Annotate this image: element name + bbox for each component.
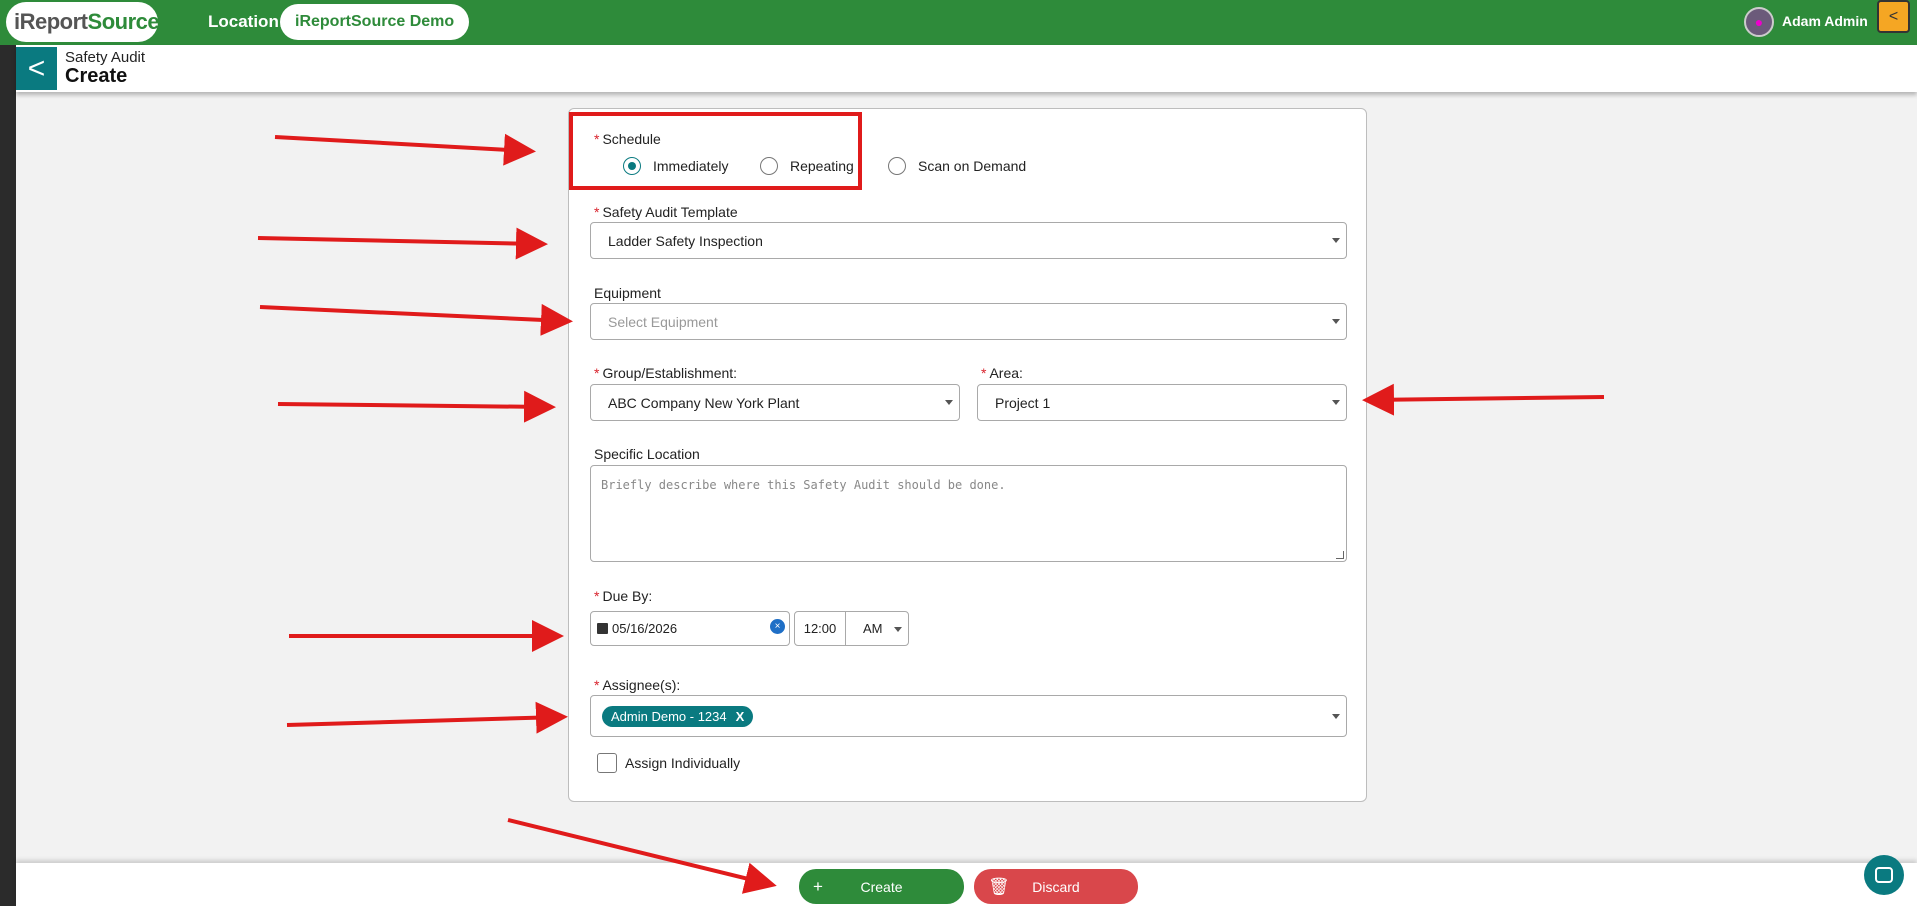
required-marker: * xyxy=(594,588,600,604)
page-title: Create xyxy=(65,65,128,87)
caret-down-icon xyxy=(1332,238,1340,243)
annotation-arrow-area xyxy=(1362,383,1605,416)
top-bar: i Report Source Location: iReportSource De… xyxy=(0,0,1917,45)
required-marker: * xyxy=(594,677,600,693)
assignees-multiselect[interactable]: Admin Demo - 1234 X xyxy=(590,695,1347,737)
radio-immediately[interactable]: Immediately xyxy=(623,157,728,175)
assignee-chip: Admin Demo - 1234 X xyxy=(602,706,754,727)
due-date-value: 05/16/2026 xyxy=(612,621,678,636)
assign-individually-label: Assign Individually xyxy=(625,755,741,771)
radio-label: Repeating xyxy=(790,158,854,174)
radio-scan-on-demand[interactable]: Scan on Demand xyxy=(888,157,1026,175)
caret-down-icon xyxy=(945,400,953,405)
annotation-arrow-schedule xyxy=(274,133,536,166)
remove-chip-icon[interactable]: X xyxy=(736,709,745,724)
annotation-highlight-box xyxy=(569,112,862,190)
annotation-arrow-assignees xyxy=(286,701,568,734)
equipment-select[interactable]: Select Equipment xyxy=(590,303,1347,340)
assignees-label: * Assignee(s): xyxy=(594,677,680,693)
area-select[interactable]: Project 1 xyxy=(977,384,1347,421)
breadcrumb: Safety Audit xyxy=(65,49,146,66)
area-label: * Area: xyxy=(981,365,1023,381)
caret-down-icon xyxy=(1332,319,1340,324)
bottom-action-bar xyxy=(16,863,1917,906)
clear-date-icon[interactable]: × xyxy=(770,619,785,634)
due-by-label: * Due By: xyxy=(594,588,652,604)
discard-button[interactable]: 🗑 Discard xyxy=(974,869,1138,904)
chevron-left-icon: < xyxy=(1888,7,1899,25)
schedule-label-text: Schedule xyxy=(602,131,661,147)
due-date-input[interactable]: 05/16/2026 × xyxy=(590,611,790,646)
chevron-left-icon: < xyxy=(27,51,46,85)
due-by-label-text: Due By: xyxy=(602,588,653,604)
time-value[interactable]: 12:00 xyxy=(795,612,846,645)
template-label: * Safety Audit Template xyxy=(594,204,738,220)
group-value: ABC Company New York Plant xyxy=(608,394,800,411)
group-label-text: Group/Establishment: xyxy=(602,365,738,381)
assignee-chip-label: Admin Demo - 1234 xyxy=(611,709,727,724)
back-button[interactable]: < xyxy=(16,47,57,90)
radio-label: Scan on Demand xyxy=(918,158,1027,174)
logo-text-report: Report xyxy=(19,9,88,34)
page-header: < Safety Audit Create xyxy=(16,45,1917,92)
chat-icon xyxy=(1875,867,1893,883)
create-button[interactable]: + Create xyxy=(799,869,964,904)
template-label-text: Safety Audit Template xyxy=(602,204,738,220)
user-name[interactable]: Adam Admin xyxy=(1782,13,1868,29)
radio-repeating[interactable]: Repeating xyxy=(760,157,854,175)
radio-label: Immediately xyxy=(653,158,729,174)
caret-down-icon xyxy=(1332,714,1340,719)
group-label: * Group/Establishment: xyxy=(594,365,737,381)
equipment-label: Equipment xyxy=(594,285,661,301)
assign-individually-checkbox[interactable] xyxy=(597,753,617,773)
collapse-panel-button[interactable]: < xyxy=(1877,0,1910,33)
user-avatar[interactable]: ● xyxy=(1744,7,1774,37)
radio-selected-icon xyxy=(623,157,641,175)
app-logo[interactable]: i Report Source xyxy=(6,2,160,42)
ampm-value[interactable]: AM xyxy=(863,621,883,636)
create-button-label: Create xyxy=(860,878,903,895)
trash-icon: 🗑 xyxy=(988,877,1010,896)
location-selector[interactable]: iReportSource Demo xyxy=(280,4,470,40)
required-marker: * xyxy=(594,204,600,220)
specific-location-placeholder: Briefly describe where this Safety Audit… xyxy=(601,478,1006,492)
template-select[interactable]: Ladder Safety Inspection xyxy=(590,222,1347,259)
specific-location-textarea[interactable]: Briefly describe where this Safety Audit… xyxy=(590,465,1347,562)
discard-button-label: Discard xyxy=(1032,878,1080,895)
assignees-label-text: Assignee(s): xyxy=(602,677,681,693)
area-label-text: Area: xyxy=(989,365,1023,381)
required-marker: * xyxy=(981,365,987,381)
area-value: Project 1 xyxy=(995,394,1051,411)
left-sidebar-strip xyxy=(0,45,16,906)
group-select[interactable]: ABC Company New York Plant xyxy=(590,384,960,421)
calendar-icon xyxy=(597,623,608,634)
plus-icon: + xyxy=(813,877,823,896)
required-marker: * xyxy=(594,365,600,381)
schedule-label: * Schedule xyxy=(594,131,661,147)
annotation-arrow-equipment xyxy=(259,303,573,336)
location-label: Location: xyxy=(208,12,285,31)
required-marker: * xyxy=(594,131,600,147)
logo-text-source: Source xyxy=(87,9,160,34)
equipment-placeholder: Select Equipment xyxy=(608,313,718,330)
template-value: Ladder Safety Inspection xyxy=(608,232,763,249)
specific-location-label: Specific Location xyxy=(594,446,700,462)
caret-down-icon xyxy=(1332,400,1340,405)
due-time-input[interactable]: 12:00 AM xyxy=(794,611,909,646)
chat-support-button[interactable] xyxy=(1864,855,1904,895)
radio-unselected-icon xyxy=(760,157,778,175)
annotation-arrow-template xyxy=(257,227,548,260)
annotation-arrow-group xyxy=(277,390,556,423)
resize-handle-icon[interactable] xyxy=(1336,551,1344,559)
caret-down-icon xyxy=(894,627,902,632)
radio-unselected-icon xyxy=(888,157,906,175)
